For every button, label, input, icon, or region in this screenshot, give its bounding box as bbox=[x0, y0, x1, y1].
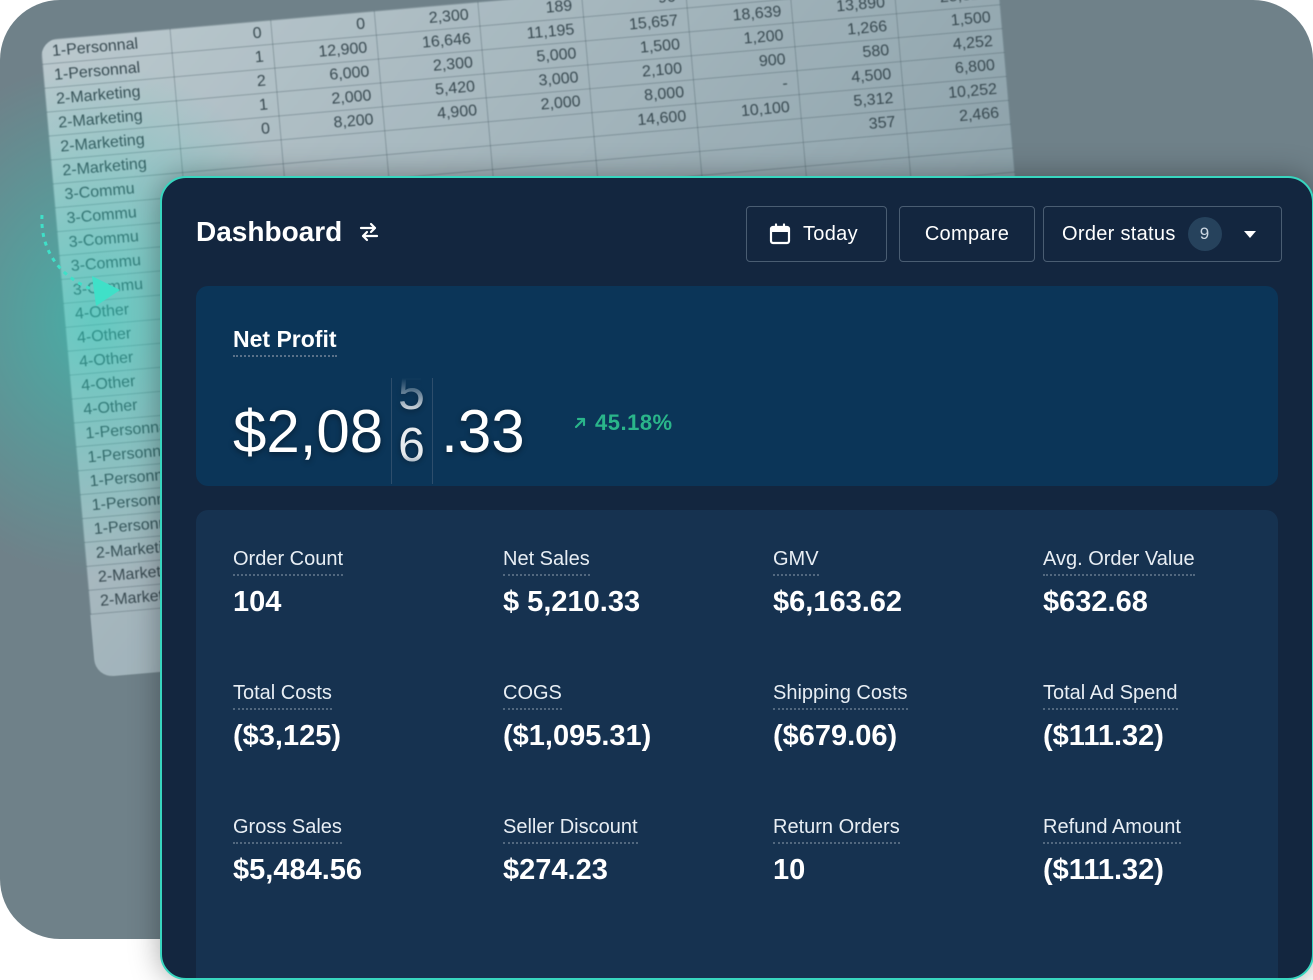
metric-label: Gross Sales bbox=[233, 816, 342, 844]
order-status-label: Order status bbox=[1062, 222, 1176, 245]
metric-label: Total Ad Spend bbox=[1043, 682, 1178, 710]
metric-label: Seller Discount bbox=[503, 816, 638, 844]
metric-value: ($679.06) bbox=[773, 720, 898, 752]
net-profit-value: $2,08 5 6 .33 bbox=[233, 378, 525, 484]
compare-label: Compare bbox=[924, 222, 1010, 245]
rolling-digit-prev: 5 bbox=[398, 378, 425, 420]
net-profit-label: Net Profit bbox=[233, 326, 337, 357]
metric-total-ad-spend: Total Ad Spend ($111.32) bbox=[1043, 682, 1283, 753]
order-status-dropdown[interactable]: Order status 9 bbox=[1043, 206, 1282, 262]
metric-avg-order-value: Avg. Order Value $632.68 bbox=[1043, 548, 1283, 619]
metric-value: $5,484.56 bbox=[233, 854, 363, 886]
metric-label: Return Orders bbox=[773, 816, 900, 844]
page-title: Dashboard bbox=[196, 216, 380, 248]
net-profit-value-prefix: $2,08 bbox=[233, 397, 384, 465]
rolling-digit: 5 6 bbox=[391, 378, 434, 484]
metric-value: ($111.32) bbox=[1043, 854, 1164, 886]
metric-value: $632.68 bbox=[1043, 586, 1148, 618]
arrow-up-right-icon bbox=[574, 417, 586, 429]
metrics-grid: Order Count 104 Net Sales $ 5,210.33 GMV… bbox=[196, 510, 1278, 978]
dashboard-title-text: Dashboard bbox=[196, 216, 343, 247]
calendar-icon bbox=[769, 223, 791, 245]
dashboard-panel: Dashboard Today Compare Order status 9 N… bbox=[160, 176, 1313, 980]
metric-label: Net Sales bbox=[503, 548, 590, 576]
metric-shipping-costs: Shipping Costs ($679.06) bbox=[773, 682, 1013, 753]
metric-label: Shipping Costs bbox=[773, 682, 908, 710]
caret-down-icon bbox=[1243, 230, 1256, 238]
metric-value: ($1,095.31) bbox=[503, 720, 652, 752]
net-profit-card: Net Profit $2,08 5 6 .33 45.18% bbox=[196, 286, 1278, 486]
metric-label: Total Costs bbox=[233, 682, 332, 710]
curved-arrow-icon bbox=[40, 214, 120, 306]
metric-value: 104 bbox=[233, 586, 282, 618]
metric-gross-sales: Gross Sales $5,484.56 bbox=[233, 816, 473, 887]
metric-label: Refund Amount bbox=[1043, 816, 1181, 844]
metric-cogs: COGS ($1,095.31) bbox=[503, 682, 743, 753]
metric-value: $274.23 bbox=[503, 854, 608, 886]
today-label: Today bbox=[803, 222, 858, 245]
rolling-digit-next: 6 bbox=[398, 419, 425, 472]
net-profit-value-suffix: .33 bbox=[441, 397, 525, 465]
order-status-count-badge: 9 bbox=[1187, 217, 1222, 251]
net-profit-change: 45.18% bbox=[573, 410, 673, 436]
metric-value: ($3,125) bbox=[233, 720, 342, 752]
metric-net-sales: Net Sales $ 5,210.33 bbox=[503, 548, 743, 619]
metric-seller-discount: Seller Discount $274.23 bbox=[503, 816, 743, 887]
today-button[interactable]: Today bbox=[746, 206, 887, 262]
net-profit-change-value: 45.18% bbox=[595, 410, 673, 435]
compare-button[interactable]: Compare bbox=[899, 206, 1035, 262]
metric-value: $ 5,210.33 bbox=[503, 586, 641, 618]
swap-arrows-icon[interactable] bbox=[358, 221, 380, 243]
metric-total-costs: Total Costs ($3,125) bbox=[233, 682, 473, 753]
metric-value: 10 bbox=[773, 854, 806, 886]
metric-label: Order Count bbox=[233, 548, 344, 576]
metric-order-count: Order Count 104 bbox=[233, 548, 473, 619]
metric-label: COGS bbox=[503, 682, 562, 710]
metric-label: GMV bbox=[773, 548, 819, 576]
metric-label: Avg. Order Value bbox=[1043, 548, 1195, 576]
metric-return-orders: Return Orders 10 bbox=[773, 816, 1013, 887]
metric-value: ($111.32) bbox=[1043, 720, 1164, 752]
metric-gmv: GMV $6,163.62 bbox=[773, 548, 1013, 619]
metric-value: $6,163.62 bbox=[773, 586, 903, 618]
metric-refund-amount: Refund Amount ($111.32) bbox=[1043, 816, 1283, 887]
